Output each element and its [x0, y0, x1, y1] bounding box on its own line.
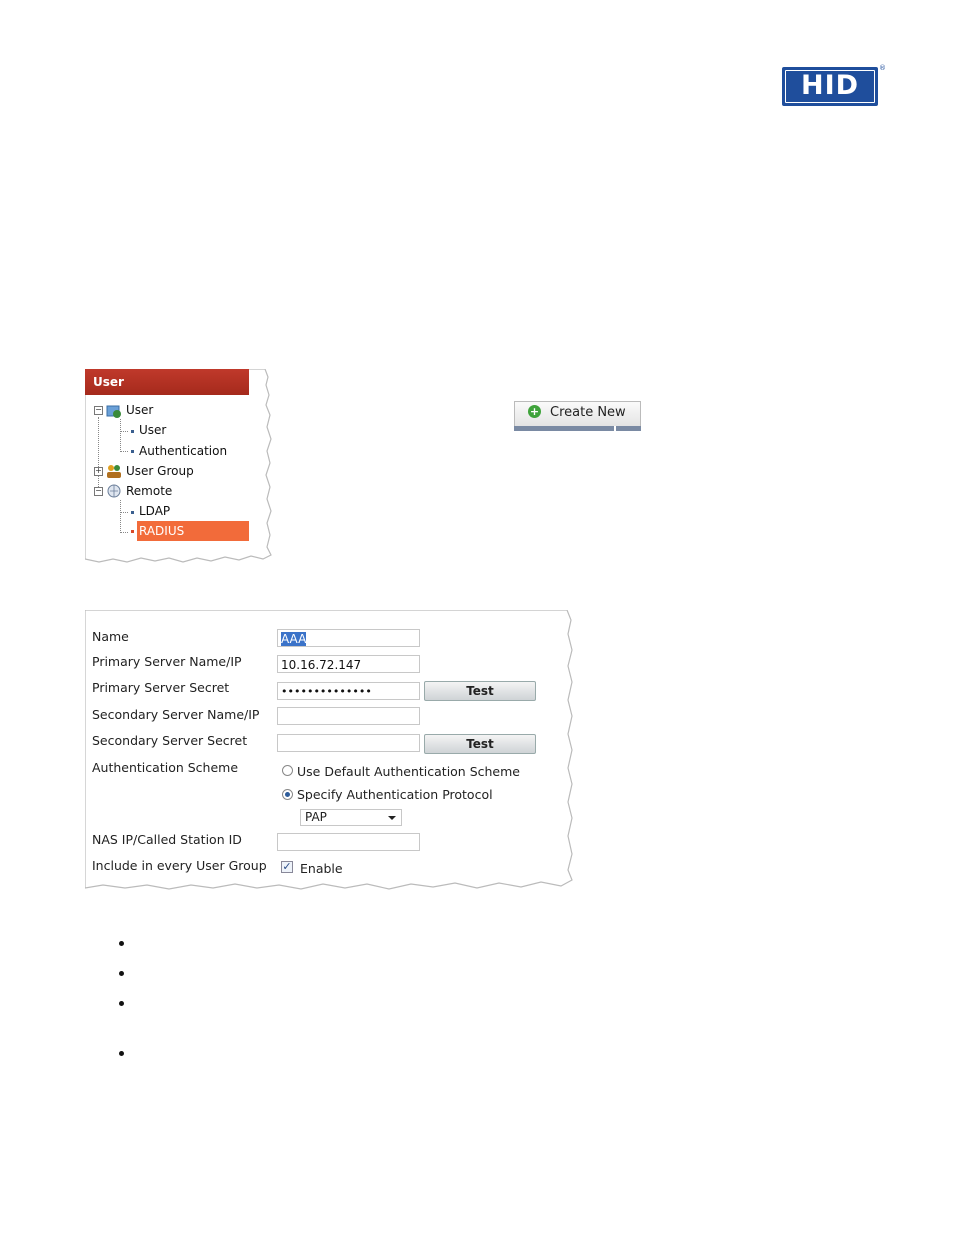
tree-bullet-icon [131, 430, 134, 433]
tree-bullet-icon [131, 511, 134, 514]
create-new-button[interactable]: + Create New [514, 401, 641, 432]
list-bullet [119, 1001, 124, 1006]
tree-connector [120, 451, 128, 452]
secondary-secret-label: Secondary Server Secret [92, 733, 248, 748]
chevron-down-icon [388, 816, 396, 820]
include-group-label: Include in every User Group [92, 858, 267, 873]
remote-globe-icon [107, 484, 121, 498]
list-bullet [119, 971, 124, 976]
hid-logo: HID [782, 67, 878, 106]
default-scheme-radio[interactable] [282, 765, 293, 776]
name-label: Name [92, 629, 129, 644]
test-secondary-button[interactable]: Test [424, 734, 536, 754]
auth-scheme-label: Authentication Scheme [92, 760, 239, 775]
list-bullet [119, 941, 124, 946]
collapse-icon[interactable]: − [94, 487, 103, 496]
create-new-base [514, 426, 641, 431]
tree-connector [120, 532, 128, 533]
secondary-secret-input[interactable] [277, 734, 420, 752]
protocol-select[interactable]: PAP [300, 809, 402, 826]
secondary-server-label: Secondary Server Name/IP [92, 707, 260, 722]
enable-checkbox[interactable]: ✓ [281, 861, 293, 873]
primary-server-label: Primary Server Name/IP [92, 654, 242, 669]
protocol-value: PAP [305, 810, 327, 824]
secondary-server-input[interactable] [277, 707, 420, 725]
tree-header: User [85, 369, 249, 395]
tree-node-radius[interactable]: RADIUS [139, 522, 184, 540]
tree-node-remote[interactable]: Remote [126, 482, 172, 500]
nas-ip-input[interactable] [277, 833, 420, 851]
tree-connector [120, 419, 121, 452]
primary-server-input[interactable]: 10.16.72.147 [277, 655, 420, 673]
enable-label: Enable [300, 861, 343, 876]
tree-node-radius-selected[interactable]: RADIUS [137, 521, 249, 541]
list-bullet [119, 1051, 124, 1056]
specify-protocol-label: Specify Authentication Protocol [297, 787, 493, 802]
user-folder-icon [106, 405, 121, 418]
tree-node-user-group[interactable]: User Group [126, 462, 194, 480]
tree-connector [98, 417, 99, 487]
logo-registered-mark: ® [879, 64, 886, 72]
create-new-label: Create New [550, 405, 626, 420]
tree-bullet-icon [131, 450, 134, 453]
tree-bullet-icon [131, 530, 134, 533]
tree-connector [120, 431, 128, 432]
name-value: AAA [281, 632, 307, 646]
collapse-icon[interactable]: − [94, 406, 103, 415]
primary-secret-input[interactable]: •••••••••••••• [277, 682, 420, 700]
nas-ip-label: NAS IP/Called Station ID [92, 832, 242, 847]
primary-secret-label: Primary Server Secret [92, 680, 230, 695]
user-group-icon [107, 465, 121, 478]
tree-node-user[interactable]: User [139, 421, 166, 439]
name-input[interactable]: AAA [277, 629, 420, 647]
logo-text: HID [800, 70, 860, 101]
plus-icon: + [528, 405, 541, 418]
expand-icon[interactable]: + [94, 467, 103, 476]
default-scheme-label: Use Default Authentication Scheme [297, 764, 520, 779]
tree-node-authentication[interactable]: Authentication [139, 442, 227, 460]
tree-connector [120, 500, 121, 533]
radius-form-panel: Name AAA Primary Server Name/IP 10.16.72… [85, 610, 577, 895]
tree-header-title: User [93, 375, 124, 389]
specify-protocol-radio[interactable] [282, 789, 293, 800]
tree-node-ldap[interactable]: LDAP [139, 502, 170, 520]
tree-connector [120, 512, 128, 513]
test-primary-button[interactable]: Test [424, 681, 536, 701]
tree-node-user-root[interactable]: User [126, 401, 153, 419]
